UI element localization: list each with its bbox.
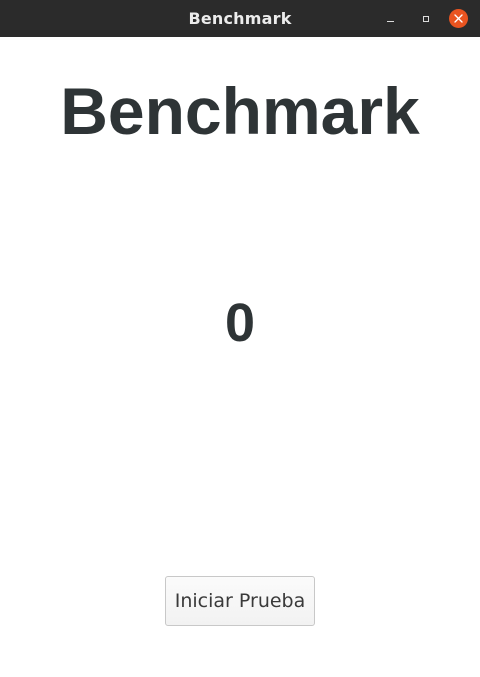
app-window: Benchmark Benchmark 0 Iniciar Prueba [0, 0, 480, 677]
window-title: Benchmark [188, 9, 292, 28]
close-button[interactable] [449, 9, 468, 28]
benchmark-counter: 0 [224, 293, 256, 353]
title-bar[interactable]: Benchmark [0, 0, 480, 37]
minimize-button[interactable] [381, 9, 400, 28]
page-title: Benchmark [60, 74, 420, 148]
start-test-button[interactable]: Iniciar Prueba [165, 576, 315, 626]
maximize-button[interactable] [416, 9, 435, 28]
maximize-icon [422, 15, 429, 22]
close-icon [454, 14, 463, 23]
main-content: Benchmark 0 Iniciar Prueba [0, 37, 480, 677]
minimize-icon [387, 21, 394, 22]
